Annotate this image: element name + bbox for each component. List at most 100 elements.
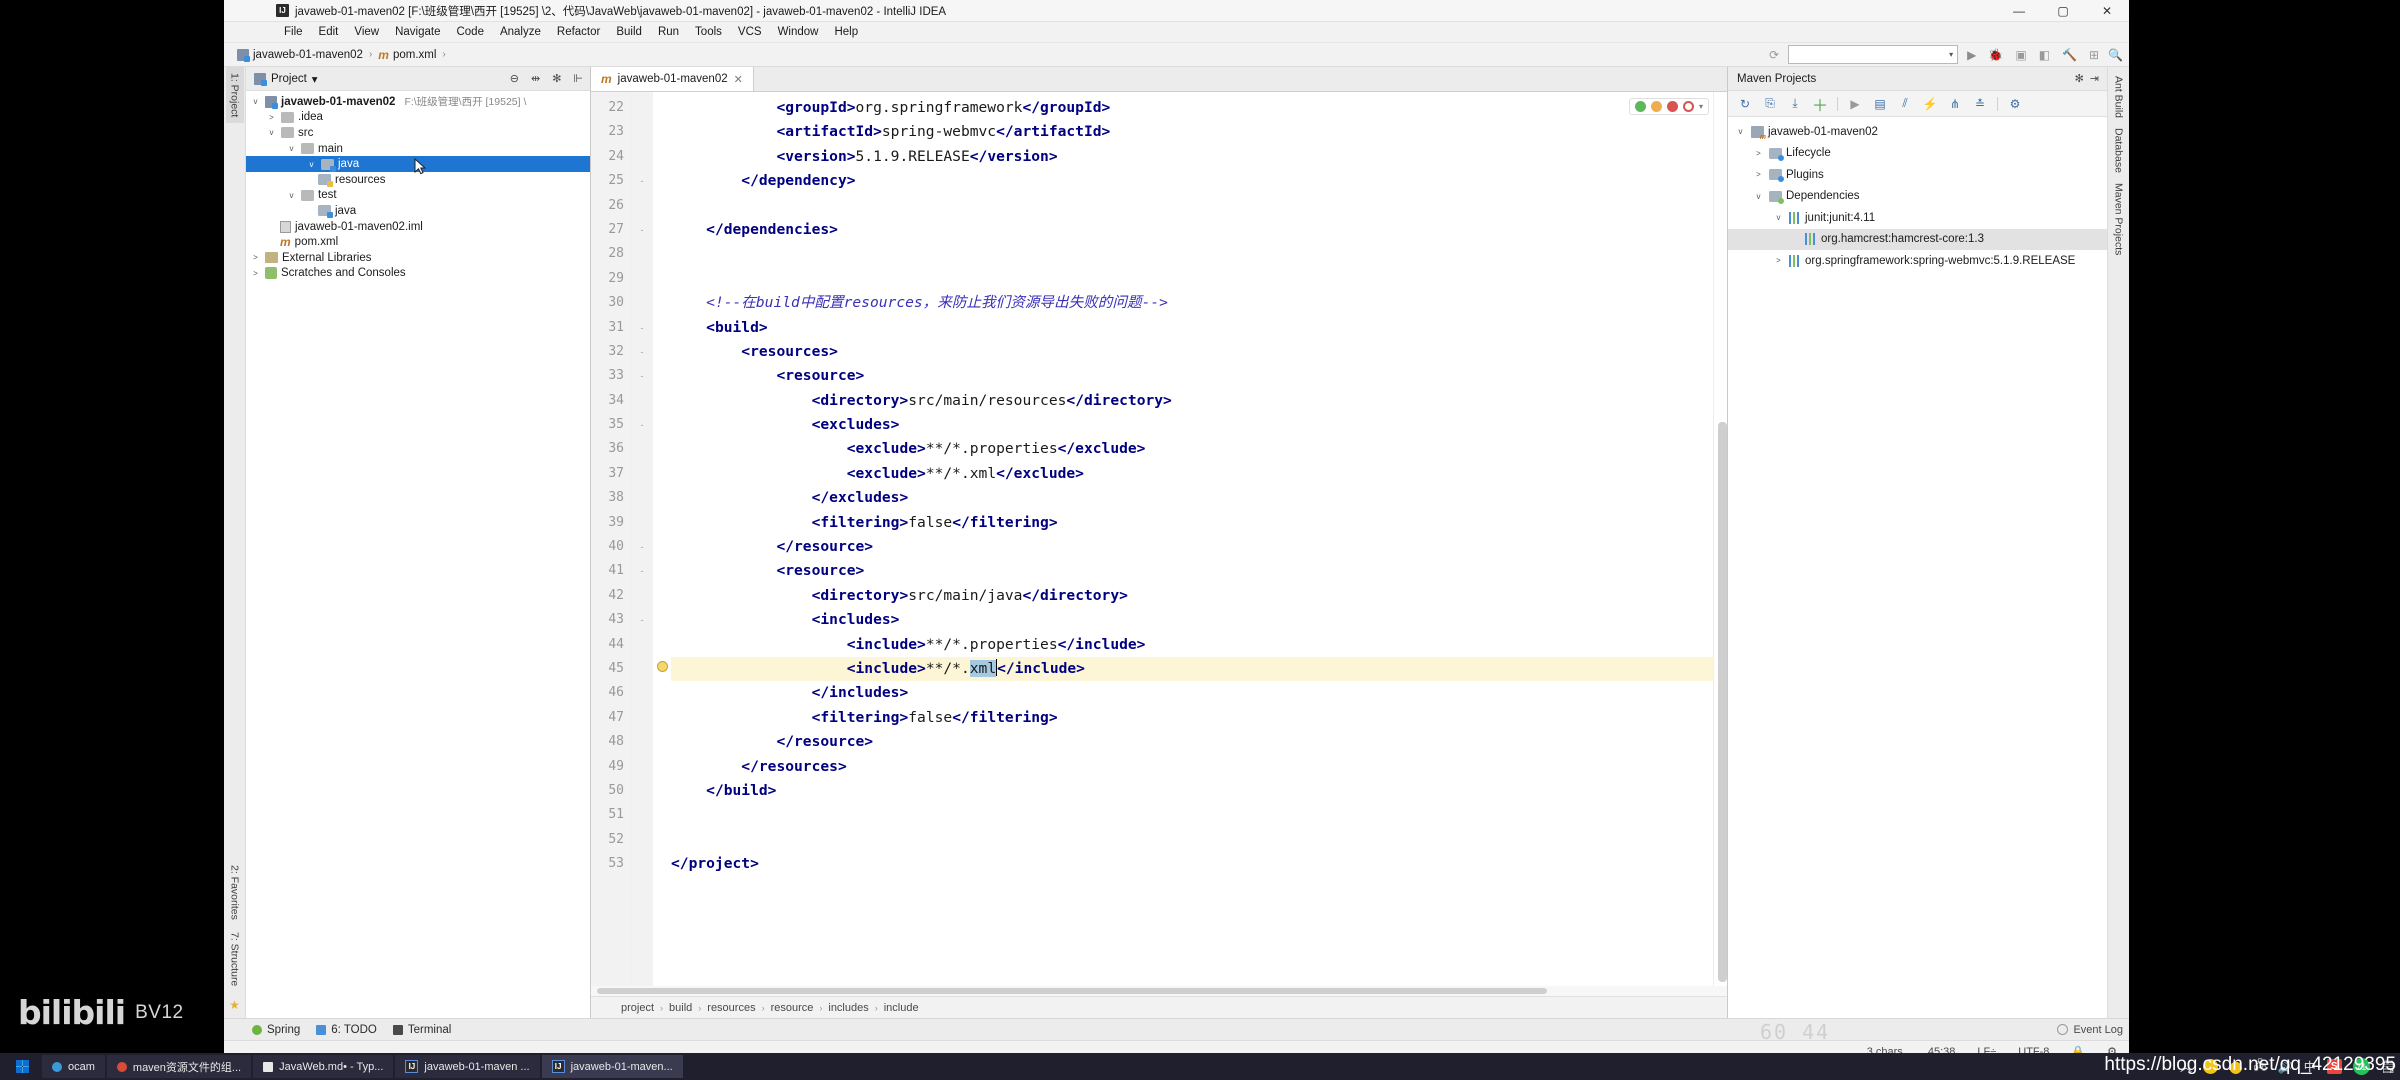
code-line[interactable]: <filtering>false</filtering> <box>671 511 1727 535</box>
tree-item-module[interactable]: v javaweb-01-maven02 F:\班级管理\西开 [19525] … <box>246 94 590 110</box>
breadcrumb-project[interactable]: javaweb-01-maven02 <box>234 48 366 62</box>
code-breadcrumb-item[interactable]: includes <box>828 1002 868 1014</box>
maven-item-junit[interactable]: v junit:junit:4.11 <box>1728 207 2107 229</box>
maven-settings-icon[interactable]: ⚙ <box>2004 94 2026 114</box>
settings-icon[interactable]: ✻ <box>549 72 564 85</box>
tool-tab-ant-build[interactable]: Ant Build <box>2111 73 2127 121</box>
tree-item-scratches[interactable]: > Scratches and Consoles <box>246 266 590 282</box>
code-line[interactable]: <resource> <box>671 364 1727 388</box>
menu-item-file[interactable]: File <box>276 25 311 39</box>
tree-item-src[interactable]: v src <box>246 125 590 141</box>
fold-marker-icon[interactable]: - <box>631 559 653 583</box>
menu-item-window[interactable]: Window <box>770 25 827 39</box>
tool-tab-database[interactable]: Database <box>2111 125 2127 176</box>
maven-item-hamcrest[interactable]: org.hamcrest:hamcrest-core:1.3 <box>1728 228 2107 250</box>
toggle-skip-tests-icon[interactable]: ⫽ <box>1894 94 1916 114</box>
menu-item-code[interactable]: Code <box>448 25 492 39</box>
code-line[interactable]: </dependencies> <box>671 218 1727 242</box>
chevron-down-icon[interactable]: v <box>1752 192 1765 201</box>
chevron-right-icon[interactable]: > <box>1752 170 1765 179</box>
event-log-button[interactable]: Event Log <box>2057 1024 2123 1036</box>
code-line[interactable]: <directory>src/main/resources</directory… <box>671 389 1727 413</box>
code-line[interactable]: </includes> <box>671 681 1727 705</box>
bottom-tab-terminal[interactable]: Terminal <box>392 1024 451 1036</box>
code-breadcrumb-item[interactable]: project <box>621 1002 654 1014</box>
chevron-down-icon[interactable]: v <box>1772 213 1785 222</box>
maven-item-lifecycle[interactable]: > Lifecycle <box>1728 143 2107 165</box>
tool-tab-project[interactable]: 1: Project <box>225 67 244 124</box>
collapse-all-icon[interactable]: ⊖ <box>507 72 522 85</box>
code-editor[interactable]: 22 23 24 25 26 27 28 29 30 31 32 33 34 35 36 37 38 39 40 41… <box>591 92 1727 986</box>
sync-icon[interactable]: ⟳ <box>1766 48 1782 62</box>
fold-marker-icon[interactable]: - <box>631 535 653 559</box>
tool-tab-favorites[interactable]: 2: Favorites <box>226 859 244 926</box>
fold-marker-icon[interactable]: - <box>631 218 653 242</box>
code-line[interactable]: </resource> <box>671 535 1727 559</box>
coverage-button[interactable]: ▣ <box>2012 48 2029 62</box>
maven-item-dependencies[interactable]: v Dependencies <box>1728 186 2107 208</box>
tree-item-idea[interactable]: > .idea <box>246 110 590 126</box>
editor-horizontal-scrollbar[interactable] <box>597 988 1547 994</box>
maximize-button[interactable]: ▢ <box>2041 0 2085 22</box>
code-line[interactable]: <artifactId>spring-webmvc</artifactId> <box>671 120 1727 144</box>
code-line[interactable]: <include>**/*.properties</include> <box>671 633 1727 657</box>
menu-item-navigate[interactable]: Navigate <box>387 25 448 39</box>
add-maven-project-icon[interactable]: ＋ <box>1809 94 1831 115</box>
menu-item-run[interactable]: Run <box>650 25 687 39</box>
code-line[interactable]: </dependency> <box>671 169 1727 193</box>
code-folding-column[interactable]: --------- <box>631 92 653 986</box>
code-line[interactable] <box>671 242 1727 266</box>
start-button[interactable] <box>4 1054 40 1079</box>
code-line[interactable]: <include>**/*.xml</include> <box>671 656 1727 682</box>
fold-marker-icon[interactable]: - <box>631 413 653 437</box>
project-panel-title-group[interactable]: Project ▾ <box>254 72 318 86</box>
menu-item-vcs[interactable]: VCS <box>730 25 770 39</box>
taskbar-item-ocam[interactable]: ocam <box>42 1055 105 1078</box>
chevron-right-icon[interactable]: > <box>250 253 261 262</box>
taskbar-item-typora[interactable]: JavaWeb.md• - Typ... <box>253 1055 394 1078</box>
maven-item-project[interactable]: v javaweb-01-maven02 <box>1728 121 2107 143</box>
fold-marker-icon[interactable]: - <box>631 608 653 632</box>
close-icon[interactable]: ✕ <box>734 73 743 86</box>
fold-marker-icon[interactable]: - <box>631 364 653 388</box>
code-line[interactable] <box>671 194 1727 218</box>
taskbar-item-browser[interactable]: maven资源文件的组... <box>106 1055 252 1078</box>
run-configuration-select[interactable]: ▾ <box>1788 45 1959 64</box>
hide-panel-icon[interactable]: ⇥ <box>2087 72 2102 85</box>
maven-tree[interactable]: v javaweb-01-maven02 > Lifecycle > Plugi… <box>1728 117 2107 1018</box>
taskbar-item-intellij-1[interactable]: IJ javaweb-01-maven ... <box>395 1055 540 1078</box>
code-line[interactable]: </resource> <box>671 730 1727 754</box>
code-line[interactable] <box>671 267 1727 291</box>
show-dependencies-icon[interactable]: ⋔ <box>1944 94 1966 114</box>
code-line[interactable]: </build> <box>671 779 1727 803</box>
hide-panel-icon[interactable]: ⊩ <box>570 72 586 85</box>
menu-item-tools[interactable]: Tools <box>687 25 730 39</box>
taskbar-item-intellij-2[interactable]: IJ javaweb-01-maven... <box>541 1055 683 1078</box>
intention-bulb-column[interactable] <box>653 92 671 986</box>
code-line[interactable] <box>671 828 1727 852</box>
chevron-down-icon[interactable]: v <box>286 144 297 153</box>
tree-item-pom[interactable]: m pom.xml <box>246 234 590 250</box>
inspection-widget[interactable]: ▾ <box>1628 98 1709 115</box>
code-line[interactable]: </project> <box>671 852 1727 876</box>
chevron-right-icon[interactable]: > <box>266 113 277 122</box>
code-line[interactable]: <version>5.1.9.RELEASE</version> <box>671 145 1727 169</box>
code-line[interactable]: </resources> <box>671 755 1727 779</box>
tree-item-test-java[interactable]: java <box>246 203 590 219</box>
menu-item-refactor[interactable]: Refactor <box>549 25 608 39</box>
breadcrumb-pom[interactable]: m pom.xml <box>375 47 439 63</box>
close-button[interactable]: ✕ <box>2085 0 2129 22</box>
chevron-right-icon[interactable]: > <box>1772 256 1785 265</box>
run-icon[interactable]: ▶ <box>1844 94 1866 114</box>
code-line[interactable]: <filtering>false</filtering> <box>671 706 1727 730</box>
bottom-tab-spring[interactable]: Spring <box>252 1024 300 1036</box>
chevron-right-icon[interactable]: > <box>250 269 261 278</box>
editor-tab-pom[interactable]: m javaweb-01-maven02 ✕ <box>591 67 754 91</box>
collapse-all-icon[interactable]: ≛ <box>1969 94 1991 114</box>
build-button[interactable]: 🔨 <box>2059 48 2080 62</box>
menu-item-help[interactable]: Help <box>826 25 866 39</box>
fold-marker-icon[interactable]: - <box>631 169 653 193</box>
profile-button[interactable]: ◧ <box>2036 48 2053 62</box>
scroll-from-source-icon[interactable]: ⇹ <box>528 72 543 85</box>
maven-item-spring-webmvc[interactable]: > org.springframework:spring-webmvc:5.1.… <box>1728 250 2107 272</box>
